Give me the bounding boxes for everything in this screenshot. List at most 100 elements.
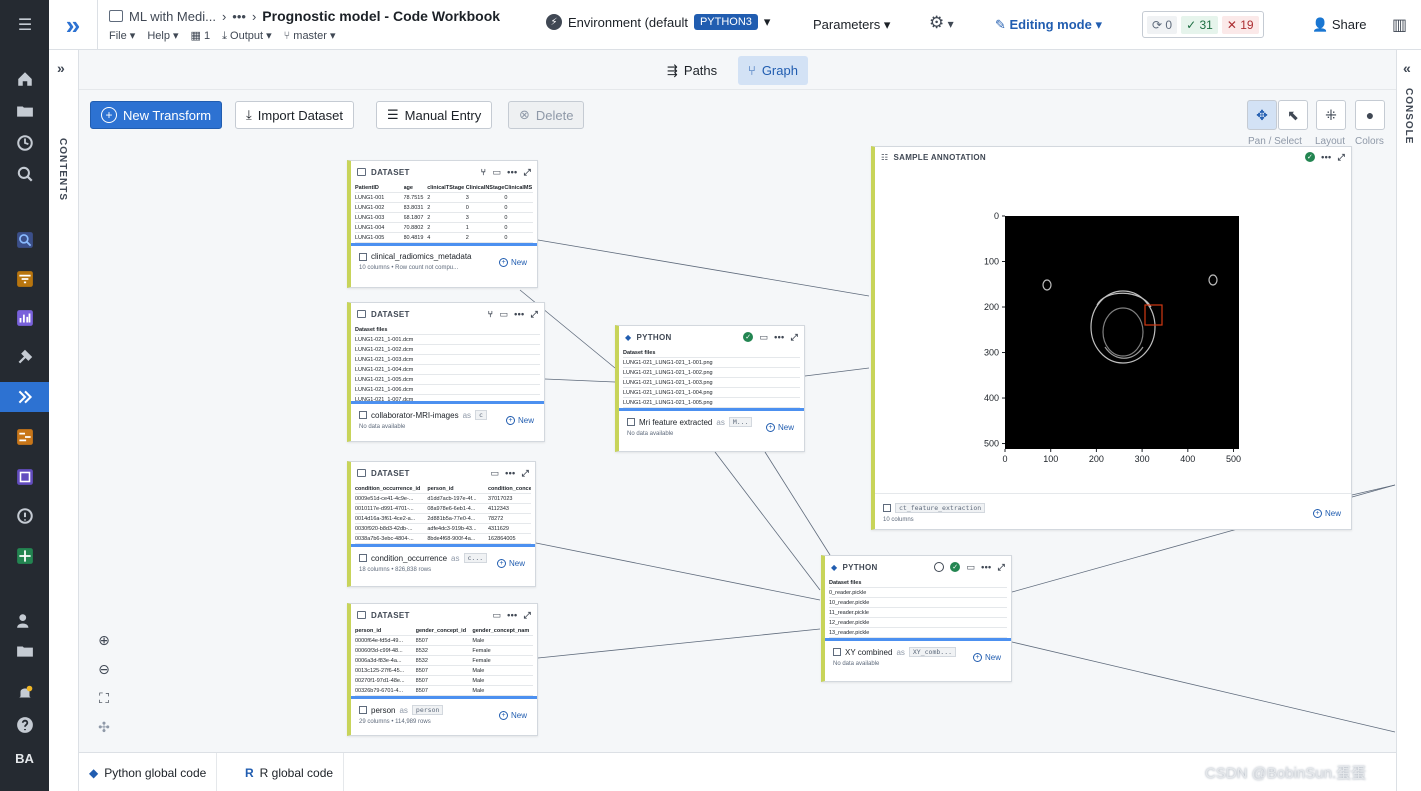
node-condition-occurrence[interactable]: DATASET ▭ ••• ⤢ condition_occurrence_id per… [347,461,536,587]
node-mri-feature-extracted[interactable]: ◆ PYTHON ✓ ▭ ••• ⤢ Dataset files LUNG1-021_L… [615,325,805,452]
node-name[interactable]: Mri feature extracted [639,418,712,427]
new-child-button[interactable]: + New [972,653,1001,662]
comment-icon[interactable]: ▭ [759,332,768,343]
reports-icon[interactable] [10,462,40,492]
ontology-icon[interactable] [10,422,40,452]
expand-icon[interactable]: ⤢ [997,562,1005,573]
alias-name[interactable]: person [411,705,444,715]
environment-selector[interactable]: ⚡ Environment (default PYTHON3 ▾ [546,14,770,30]
share-button[interactable]: 👤 Share [1312,17,1367,33]
manual-entry-button[interactable]: ☰ Manual Entry [376,101,493,129]
breadcrumb-parent[interactable]: ML with Medi... [129,9,216,24]
branch-icon[interactable]: ⑂ [481,167,487,178]
comment-icon[interactable]: ▭ [499,309,508,320]
select-tool-button[interactable]: ⬉ [1278,100,1308,130]
more-icon[interactable]: ••• [505,468,515,479]
colors-button[interactable]: ● [1355,100,1385,130]
node-collaborator-mri-images[interactable]: DATASET ⑂ ▭ ••• ⤢ Dataset files LUNG1-021_1-… [347,302,545,442]
output-menu[interactable]: ⤓ Output ▾ [222,29,272,43]
comment-icon[interactable]: ▭ [492,167,501,178]
outputs-count[interactable]: ▦ 1 [191,29,211,43]
console-panel-toggle[interactable]: « CONSOLE [1396,50,1421,791]
error-count[interactable]: ✕ 19 [1221,15,1259,34]
comment-icon[interactable]: ▭ [492,610,501,621]
code-workbook-icon[interactable] [0,382,49,412]
node-clinical-radiomics-metadata[interactable]: DATASET ⑂ ▭ ••• ⤢ PatientID age clinicalTStag… [347,160,538,288]
node-name[interactable]: person [371,706,395,715]
more-icon[interactable]: ••• [507,167,517,178]
tab-python-global-code[interactable]: ◆ Python global code [79,753,218,791]
users-icon[interactable] [10,606,40,636]
parameters-menu[interactable]: Parameters ▾ [813,17,890,33]
more-icon[interactable]: ••• [507,610,517,621]
comment-icon[interactable]: ▭ [490,468,499,479]
pipeline-icon[interactable] [10,264,40,294]
node-name[interactable]: collaborator-MRI-images [371,411,459,420]
import-dataset-button[interactable]: ⤓ Import Dataset [235,101,355,129]
alias-name[interactable]: c... [463,553,488,563]
node-sample-annotation[interactable]: ☷ SAMPLE ANNOTATION ✓ ••• ⤢ 0 100 200 300 400 5… [871,146,1352,530]
expand-icon[interactable]: ⤢ [790,332,798,343]
more-icon[interactable]: ••• [774,332,784,343]
branch-menu[interactable]: ⑂ master ▾ [284,29,336,43]
tab-graph[interactable]: ⑂ Graph [738,56,808,85]
alias-name[interactable]: XY_comb... [908,647,957,657]
home-icon[interactable] [10,64,40,94]
analytics-icon[interactable] [10,303,40,333]
file-menu[interactable]: File ▾ [109,29,135,43]
info-icon[interactable] [10,501,40,531]
tab-paths[interactable]: ⇶ Paths [657,56,727,85]
expand-icon[interactable]: ⤢ [523,167,531,178]
node-person[interactable]: DATASET ▭ ••• ⤢ person_id gender_concept_id… [347,603,538,736]
node-xy-combined[interactable]: ◆ PYTHON ✓ ▭ ••• ⤢ Dataset files 0_reader.pi… [821,555,1012,682]
fit-view-button[interactable]: ⛶ [90,684,118,712]
expand-icon[interactable]: ⤢ [1337,152,1345,163]
layout-button[interactable]: ⁜ [1316,100,1346,130]
explore-icon[interactable] [10,225,40,255]
notifications-icon[interactable] [10,678,40,708]
new-child-button[interactable]: + New [498,258,527,267]
node-name[interactable]: clinical_radiomics_metadata [371,252,472,261]
comment-icon[interactable]: ▭ [966,562,975,573]
help-icon[interactable] [10,710,40,740]
search-icon[interactable] [10,159,40,189]
page-title[interactable]: Prognostic model - Code Workbook [262,8,500,24]
more-icon[interactable]: ••• [981,562,991,573]
history-icon[interactable] [10,128,40,158]
chevron-double-right-icon[interactable]: » [57,60,65,76]
node-name[interactable]: XY combined [845,648,892,657]
hammer-icon[interactable] [10,342,40,372]
expand-icon[interactable]: ⤢ [521,468,529,479]
branch-icon[interactable]: ⑂ [488,309,494,320]
new-transform-button[interactable]: + New Transform [90,101,223,129]
breadcrumb-more[interactable]: ••• [232,9,246,24]
sidebar-toggle-icon[interactable]: ▥ [1392,15,1407,35]
more-icon[interactable]: ••• [1321,152,1331,163]
alias-name[interactable]: c [475,410,487,420]
help-menu[interactable]: Help ▾ [147,29,178,43]
new-child-button[interactable]: + New [496,559,525,568]
alias-name[interactable]: M... [728,417,753,427]
chevron-double-left-icon[interactable]: « [1403,60,1411,76]
build-status-counts[interactable]: ⟳ 0 ✓ 31 ✕ 19 [1142,11,1264,38]
new-child-button[interactable]: + New [765,423,794,432]
new-child-button[interactable]: + New [505,416,534,425]
files-icon[interactable] [10,636,40,666]
user-initials[interactable]: BA [0,751,49,766]
expand-icon[interactable]: ⤢ [523,610,531,621]
zoom-in-button[interactable]: ⊕ [90,626,118,654]
running-count[interactable]: ⟳ 0 [1147,15,1178,34]
zoom-out-button[interactable]: ⊖ [90,655,118,683]
menu-icon[interactable]: ☰ [10,10,40,40]
node-name[interactable]: ct_feature_extraction [895,503,986,513]
expand-icon[interactable]: ⤢ [530,309,538,320]
node-name[interactable]: condition_occurrence [371,554,447,563]
folder-icon[interactable] [10,96,40,126]
more-icon[interactable]: ••• [514,309,524,320]
pan-tool-button[interactable]: ✥ [1247,100,1277,130]
auto-layout-button[interactable]: ✣ [90,713,118,741]
delete-button[interactable]: ⊗ Delete [508,101,585,129]
success-count[interactable]: ✓ 31 [1181,15,1218,34]
tab-r-global-code[interactable]: R R global code [235,753,345,791]
contents-panel-toggle[interactable]: » CONTENTS [49,50,79,791]
